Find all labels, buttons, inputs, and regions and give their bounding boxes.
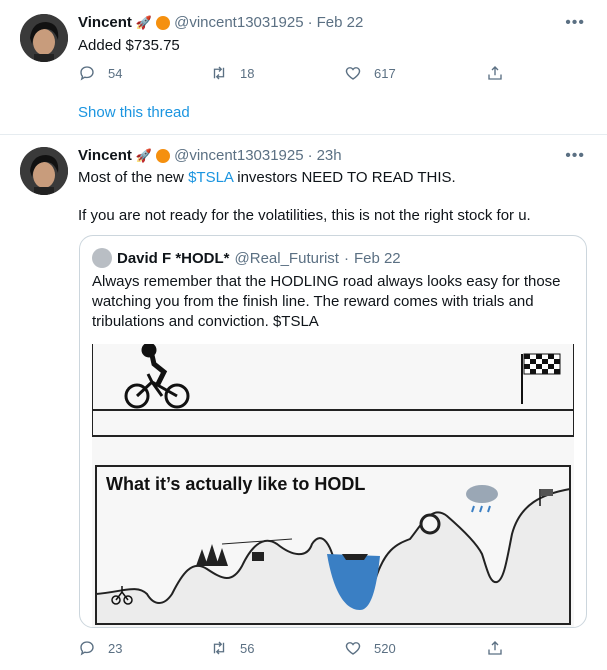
author-name[interactable]: Vincent xyxy=(78,14,132,31)
divider xyxy=(0,134,607,135)
share-button[interactable] xyxy=(486,64,504,82)
quote-header: David F *HODL* @Real_Futurist · Feb 22 xyxy=(92,248,401,268)
timestamp[interactable]: 23h xyxy=(317,147,342,164)
separator: · xyxy=(307,147,313,164)
more-icon[interactable]: ••• xyxy=(565,14,585,32)
share-icon xyxy=(488,641,502,655)
retweet-button[interactable]: 18 xyxy=(210,64,344,82)
heart-icon xyxy=(345,67,361,80)
tweet-text-end: investors NEED TO READ THIS. xyxy=(233,169,456,186)
rocket-icon: 🚀 xyxy=(135,14,153,30)
author-handle[interactable]: @vincent13031925 xyxy=(174,147,304,164)
quote-text: Always remember that the HODLING road al… xyxy=(92,273,561,330)
separator: · xyxy=(307,14,313,31)
quote-author-handle: @Real_Futurist xyxy=(234,249,339,267)
bottom-panel: What it’s actually like to HODL xyxy=(95,465,571,625)
orange-circle-icon xyxy=(156,15,171,30)
tweet-header: Vincent 🚀 @vincent13031925 · 23h xyxy=(78,147,342,164)
avatar[interactable] xyxy=(20,147,68,195)
show-thread-link[interactable]: Show this thread xyxy=(78,104,190,121)
ticker-link[interactable]: $TSLA xyxy=(188,169,233,186)
tweet-actions: 54 18 617 xyxy=(78,64,504,82)
author-name[interactable]: Vincent xyxy=(78,147,132,164)
quote-author-name: David F *HODL* xyxy=(117,249,230,267)
reply-icon xyxy=(80,641,94,656)
retweet-icon xyxy=(213,641,225,655)
retweet-count: 18 xyxy=(240,65,255,81)
timestamp[interactable]: Feb 22 xyxy=(317,14,364,31)
meme-caption: What it’s actually like to HODL xyxy=(106,474,365,494)
meme-image[interactable]: What it’s actually like to HODL xyxy=(92,344,574,627)
rocket-icon: 🚀 xyxy=(135,147,153,163)
tweet-text-2: If you are not ready for the volatilitie… xyxy=(78,207,531,224)
reply-button[interactable]: 23 xyxy=(78,639,210,657)
avatar[interactable] xyxy=(20,14,68,62)
like-count: 520 xyxy=(374,640,396,656)
more-icon[interactable]: ••• xyxy=(565,147,585,165)
retweet-count: 56 xyxy=(240,640,255,656)
author-handle[interactable]: @vincent13031925 xyxy=(174,14,304,31)
separator: · xyxy=(343,249,349,267)
reply-icon xyxy=(80,66,94,81)
retweet-button[interactable]: 56 xyxy=(210,639,344,657)
cable-car-icon xyxy=(252,552,264,561)
orange-circle-icon xyxy=(156,148,171,163)
retweet-icon xyxy=(213,66,225,80)
reply-count: 23 xyxy=(108,640,123,656)
like-button[interactable]: 520 xyxy=(344,639,486,657)
share-button[interactable] xyxy=(486,639,504,657)
like-count: 617 xyxy=(374,65,396,81)
tunnel-icon xyxy=(419,513,441,535)
tweet-text: Added $735.75 xyxy=(78,37,180,54)
share-icon xyxy=(488,66,502,80)
quote-timestamp: Feb 22 xyxy=(353,249,401,267)
quote-avatar xyxy=(92,248,112,268)
reply-count: 54 xyxy=(108,65,123,81)
boat-icon xyxy=(342,554,368,560)
tweet-text: Most of the new $TSLA investors NEED TO … xyxy=(78,168,456,188)
reply-button[interactable]: 54 xyxy=(78,64,210,82)
heart-icon xyxy=(345,642,361,655)
quoted-tweet[interactable]: David F *HODL* @Real_Futurist · Feb 22 A… xyxy=(79,235,587,628)
like-button[interactable]: 617 xyxy=(344,64,486,82)
tweet-text-start: Most of the new xyxy=(78,169,189,186)
tweet-header: Vincent 🚀 @vincent13031925 · Feb 22 xyxy=(78,14,363,31)
tweet-actions: 23 56 520 xyxy=(78,639,504,657)
